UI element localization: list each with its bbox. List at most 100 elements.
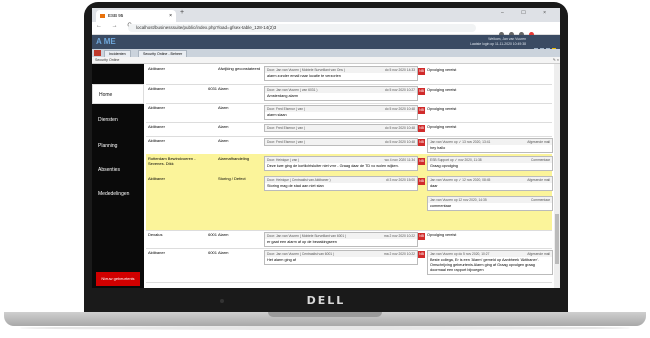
- message-date: di 3 nov 2020 15:00: [386, 178, 415, 182]
- object-name: Aktibaner: [148, 66, 165, 71]
- table-row[interactable]: Rotterdam Bewindvoeren - Sevenes. Dikk A…: [146, 154, 553, 175]
- table-row[interactable]: Aktibaner 6031 Alarm Door: Jan van Vuure…: [146, 84, 552, 104]
- status-badge[interactable]: NB: [418, 107, 425, 114]
- user-info: Welkom, Jan van Vuuren Laatste login op …: [470, 37, 526, 46]
- incident-type: Afwijking geconstateerd: [218, 66, 261, 71]
- message-body: Storing mag de stad aan niet stan: [267, 184, 324, 188]
- home-icon[interactable]: [94, 50, 101, 56]
- laptop-base-groove: [268, 312, 382, 317]
- status-badge[interactable]: NB: [418, 233, 425, 240]
- object-name: Aktibaner: [148, 86, 165, 91]
- object-name: Aktibaner: [148, 138, 165, 143]
- panel-title: Security Online ✎ ×: [92, 57, 560, 64]
- object-number: 6001: [208, 232, 217, 237]
- status-badge[interactable]: NB: [418, 158, 425, 165]
- incident-type: Alarm: [218, 124, 229, 129]
- object-name: Aktibaner: [148, 176, 165, 181]
- reply-tag: Afgesende mail: [527, 178, 550, 182]
- url-field[interactable]: localhost/businesssuite/public/index.php…: [128, 24, 476, 32]
- laptop-frame: ESB 95 × + – ☐ × ← → C localhost/busines…: [84, 2, 568, 314]
- status-badge[interactable]: NB: [418, 125, 425, 132]
- message-box: Door: Jan van Vuuren ( van 6031 ) do 5 no…: [264, 86, 418, 101]
- panel-title-text: Security Online: [95, 58, 120, 62]
- app-header: A ME Welkom, Jan van Vuuren Laatste logi…: [92, 35, 560, 52]
- reply-box: Jan van Vuuren op 12 nov 2020, 14:35 Comm…: [427, 196, 553, 211]
- incident-type: Storing / Defect: [218, 176, 246, 181]
- message-box: Door: Heinique ( Centraalist van Aktiban…: [264, 176, 418, 191]
- sidebar: Home Diensten Planning Absenties Mededel…: [92, 64, 144, 288]
- incident-type: Alarm: [218, 138, 229, 143]
- new-event-button[interactable]: Nieuw gebeurtenis: [96, 272, 140, 286]
- message-author: Door: Fred Elsenor ( van ): [267, 107, 306, 111]
- message-body: Het alarm ging af: [267, 258, 296, 262]
- browser-tabbar: ESB 95 × + – ☐ ×: [92, 8, 560, 22]
- message-box: Door: Fred Elsenor ( van ) do 5 nov 2020 …: [264, 138, 418, 146]
- incident-type: Alarm: [218, 86, 229, 91]
- sidebar-item-planning[interactable]: Planning: [92, 136, 144, 156]
- table-row[interactable]: Aktibaner Alarm Door: Fred Elsenor ( van…: [146, 136, 553, 155]
- object-number: 6031: [208, 86, 217, 91]
- scrollbar[interactable]: [554, 64, 560, 288]
- brand-logo: DELL: [306, 294, 346, 307]
- sidebar-item-mededelingen[interactable]: Mededelingen: [92, 184, 144, 204]
- reply-author: Jan van Vuuren op 12 nov 2020, 14:35: [430, 198, 487, 202]
- close-tab-icon[interactable]: ×: [169, 10, 172, 22]
- message-date: ma 2 nov 2020 10:22: [384, 234, 415, 238]
- status-badge[interactable]: NB: [418, 178, 425, 185]
- incident-type: Alarmafhandeling: [218, 156, 250, 161]
- reply-box: Jan van Vuuren op ✓ 13 nov 2020, 13:41 Af…: [427, 138, 553, 153]
- new-tab-button[interactable]: +: [180, 9, 184, 16]
- reply-tag: Commentaar: [530, 158, 550, 162]
- message-author: Door: Heinique ( van ): [267, 158, 300, 162]
- message-box: Door: Fred Elsenor ( van ) do 5 nov 2020 …: [264, 105, 418, 120]
- table-row[interactable]: Aktibaner Storing / Defect Door: Heiniqu…: [146, 174, 553, 231]
- sidebar-item-absenties[interactable]: Absenties: [92, 160, 144, 180]
- table-row[interactable]: Dexalus 6001 Alarm Door: Jan van Vuuren …: [146, 230, 552, 249]
- message-author: Door: Fred Elsenor ( van ): [267, 126, 306, 130]
- object-name: Dexalus: [148, 232, 163, 237]
- reply-tag: Afgesende mail: [527, 252, 550, 256]
- message-date: do 5 nov 2020 10:27: [384, 88, 415, 92]
- message-box: Door: Jan van Vuuren ( Centraalist van 6…: [264, 250, 418, 265]
- window-controls[interactable]: – ☐ ×: [501, 10, 554, 16]
- message-date: ma 2 nov 2020 10:22: [384, 252, 415, 256]
- status-badge[interactable]: NB: [418, 88, 425, 95]
- favicon-icon: [100, 14, 105, 18]
- status-badge[interactable]: NB: [418, 139, 425, 146]
- message-author: Door: Jan van Vuuren ( Centraalist van 6…: [267, 252, 335, 256]
- reply-author: Jan van Vuuren op do 5 nov 2020, 10:27: [430, 252, 490, 256]
- followup-status: Opvolging vereist: [427, 233, 457, 237]
- reply-body: Beste collega, Er is een 'Alarm' gemeld …: [430, 258, 539, 272]
- object-name: Rotterdam Bewindvoeren - Sevenes. Dikk: [148, 156, 196, 166]
- incident-type: Alarm: [218, 105, 229, 110]
- followup-status: Opvolging vereist: [427, 107, 457, 111]
- table-row[interactable]: Aktibaner Afwijking geconstateerd Door: …: [146, 64, 552, 85]
- message-date: wo 4 nov 2020 11:34: [384, 158, 415, 162]
- message-author: Door: Jan van Vuuren ( Mobiele Surveilla…: [267, 68, 345, 72]
- sidebar-item-home[interactable]: Home: [92, 84, 144, 104]
- address-bar-row: ← → C localhost/businesssuite/public/ind…: [92, 22, 560, 37]
- tab-title: ESB 95: [108, 13, 124, 18]
- table-row[interactable]: Aktibaner Alarm Door: Fred Elsenor ( van…: [146, 103, 552, 123]
- browser-tab[interactable]: ESB 95 ×: [96, 10, 176, 22]
- status-badge[interactable]: NB: [418, 251, 425, 258]
- panel-tools-icon[interactable]: ✎ ×: [553, 57, 559, 63]
- breadcrumb: Incidenten Security Online - Beheer: [92, 49, 560, 58]
- table-row[interactable]: Aktibaner Alarm Door: Fred Elsenor ( van…: [146, 122, 552, 137]
- status-badge[interactable]: NB: [418, 68, 425, 75]
- incident-type: Alarm: [218, 232, 229, 237]
- message-date: do 5 nov 2020 10:48: [384, 126, 415, 130]
- message-author: Door: Heinique ( Centraalist van Aktiban…: [267, 178, 331, 182]
- message-box: Door: Jan van Vuuren ( Mobiele Surveilla…: [264, 232, 418, 247]
- followup-status: Opvolging vereist: [427, 68, 457, 72]
- scrollbar-thumb[interactable]: [555, 214, 559, 264]
- object-name: Aktibaner: [148, 250, 165, 255]
- message-date: do 5 nov 2020 10:48: [384, 140, 415, 144]
- table-row[interactable]: Aktibaner 6001 Alarm Door: Jan van Vuure…: [146, 248, 553, 283]
- followup-status: Opvolging vereist: [427, 125, 457, 129]
- app-logo[interactable]: A ME: [96, 37, 116, 46]
- screen: ESB 95 × + – ☐ × ← → C localhost/busines…: [92, 8, 560, 288]
- reply-tag: Commentaar: [530, 198, 550, 202]
- incident-type: Alarm: [218, 250, 229, 255]
- sidebar-item-diensten[interactable]: Diensten: [92, 110, 144, 130]
